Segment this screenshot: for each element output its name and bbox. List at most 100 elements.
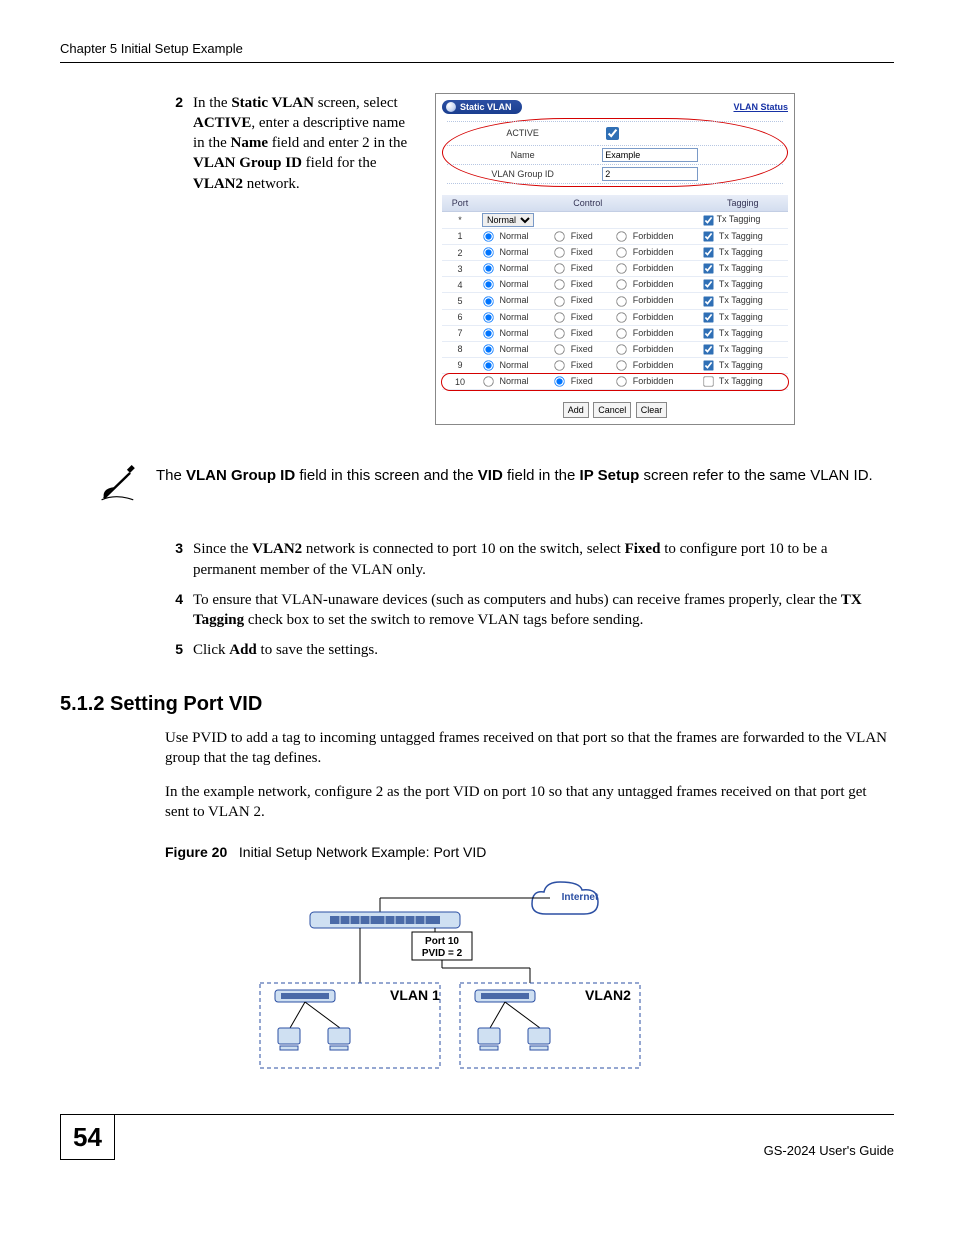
radio-fixed[interactable]: Fixed xyxy=(553,263,593,273)
page-footer: 54 GS-2024 User's Guide xyxy=(60,1114,894,1160)
tx-tagging-checkbox[interactable] xyxy=(703,377,713,387)
tx-tagging-label[interactable]: Tx Tagging xyxy=(702,312,763,322)
radio-normal[interactable]: Normal xyxy=(482,376,529,386)
port-number: 1 xyxy=(442,228,478,244)
tx-tagging-label[interactable]: Tx Tagging xyxy=(702,231,763,241)
star-tx-label[interactable]: Tx Tagging xyxy=(702,214,761,224)
tx-tagging-checkbox[interactable] xyxy=(703,296,713,306)
radio-forbidden[interactable]: Forbidden xyxy=(615,312,673,322)
name-input[interactable] xyxy=(602,148,698,162)
radio-forbidden[interactable]: Forbidden xyxy=(615,263,673,273)
port-table: Port Control Tagging * Normal Tx Tagging… xyxy=(442,195,788,390)
page-number: 54 xyxy=(60,1114,115,1160)
clear-button[interactable]: Clear xyxy=(636,402,668,418)
table-row: 5 Normal Fixed Forbidden Tx Tagging xyxy=(442,293,788,309)
label-group-id: VLAN Group ID xyxy=(447,164,598,183)
tx-tagging-checkbox[interactable] xyxy=(703,231,713,241)
vlan-status-link[interactable]: VLAN Status xyxy=(733,101,788,113)
radio-forbidden[interactable]: Forbidden xyxy=(615,295,673,305)
screenshot-title-tab: Static VLAN xyxy=(442,100,522,114)
label-vlan1: VLAN 1 xyxy=(390,987,440,1003)
radio-fixed[interactable]: Fixed xyxy=(553,279,593,289)
page-header: Chapter 5 Initial Setup Example xyxy=(60,40,894,63)
star-tx-checkbox[interactable] xyxy=(703,215,713,225)
para-1: Use PVID to add a tag to incoming untagg… xyxy=(165,728,894,769)
tx-tagging-label[interactable]: Tx Tagging xyxy=(702,279,763,289)
table-row: 4 Normal Fixed Forbidden Tx Tagging xyxy=(442,277,788,293)
radio-fixed[interactable]: Fixed xyxy=(553,360,593,370)
port-number: 8 xyxy=(442,341,478,357)
tx-tagging-checkbox[interactable] xyxy=(703,264,713,274)
radio-forbidden[interactable]: Forbidden xyxy=(615,360,673,370)
radio-fixed[interactable]: Fixed xyxy=(553,312,593,322)
radio-fixed[interactable]: Fixed xyxy=(553,247,593,257)
radio-forbidden[interactable]: Forbidden xyxy=(615,231,673,241)
group-id-input[interactable] xyxy=(602,167,698,181)
step-5-text: Click Add to save the settings. xyxy=(193,640,894,660)
radio-normal[interactable]: Normal xyxy=(482,312,529,322)
radio-forbidden[interactable]: Forbidden xyxy=(615,247,673,257)
radio-fixed[interactable]: Fixed xyxy=(553,231,593,241)
radio-forbidden[interactable]: Forbidden xyxy=(615,328,673,338)
tx-tagging-checkbox[interactable] xyxy=(703,248,713,258)
table-row: 6 Normal Fixed Forbidden Tx Tagging xyxy=(442,309,788,325)
radio-fixed[interactable]: Fixed xyxy=(553,376,593,386)
screenshot-title: Static VLAN xyxy=(460,101,512,113)
figure-caption: Figure 20 Initial Setup Network Example:… xyxy=(165,843,894,862)
tx-tagging-label[interactable]: Tx Tagging xyxy=(702,247,763,257)
radio-normal[interactable]: Normal xyxy=(482,360,529,370)
port-number: 3 xyxy=(442,261,478,277)
table-row: 7 Normal Fixed Forbidden Tx Tagging xyxy=(442,325,788,341)
active-checkbox[interactable] xyxy=(606,127,619,140)
port-star: * xyxy=(442,211,478,228)
tx-tagging-label[interactable]: Tx Tagging xyxy=(702,295,763,305)
tx-tagging-label[interactable]: Tx Tagging xyxy=(702,328,763,338)
table-row: 1 Normal Fixed Forbidden Tx Tagging xyxy=(442,228,788,244)
label-active: ACTIVE xyxy=(447,121,598,145)
label-pvid: PVID = 2 xyxy=(422,948,463,959)
col-tagging: Tagging xyxy=(698,195,788,212)
radio-normal[interactable]: Normal xyxy=(482,328,529,338)
tx-tagging-checkbox[interactable] xyxy=(703,328,713,338)
tx-tagging-label[interactable]: Tx Tagging xyxy=(702,344,763,354)
tx-tagging-label[interactable]: Tx Tagging xyxy=(702,376,763,386)
radio-normal[interactable]: Normal xyxy=(482,263,529,273)
col-control: Control xyxy=(478,195,698,212)
tx-tagging-checkbox[interactable] xyxy=(703,360,713,370)
chapter-title: Chapter 5 Initial Setup Example xyxy=(60,41,243,56)
port-number: 6 xyxy=(442,309,478,325)
table-row: 8 Normal Fixed Forbidden Tx Tagging xyxy=(442,341,788,357)
radio-normal[interactable]: Normal xyxy=(482,247,529,257)
radio-normal[interactable]: Normal xyxy=(482,279,529,289)
tx-tagging-checkbox[interactable] xyxy=(703,312,713,322)
dot-icon xyxy=(446,102,456,112)
port-number: 4 xyxy=(442,277,478,293)
radio-normal[interactable]: Normal xyxy=(482,344,529,354)
radio-fixed[interactable]: Fixed xyxy=(553,295,593,305)
note-icon xyxy=(100,465,138,509)
radio-fixed[interactable]: Fixed xyxy=(553,328,593,338)
tx-tagging-checkbox[interactable] xyxy=(703,344,713,354)
radio-normal[interactable]: Normal xyxy=(482,231,529,241)
step-number-2: 2 xyxy=(165,93,183,194)
table-row: 3 Normal Fixed Forbidden Tx Tagging xyxy=(442,261,788,277)
port-number: 7 xyxy=(442,325,478,341)
radio-forbidden[interactable]: Forbidden xyxy=(615,376,673,386)
cancel-button[interactable]: Cancel xyxy=(593,402,631,418)
radio-normal[interactable]: Normal xyxy=(482,295,529,305)
step-4-text: To ensure that VLAN-unaware devices (suc… xyxy=(193,590,894,631)
radio-fixed[interactable]: Fixed xyxy=(553,344,593,354)
radio-forbidden[interactable]: Forbidden xyxy=(615,344,673,354)
tx-tagging-label[interactable]: Tx Tagging xyxy=(702,360,763,370)
step-number-3: 3 xyxy=(165,539,183,580)
add-button[interactable]: Add xyxy=(563,402,589,418)
step-4: 4 To ensure that VLAN-unaware devices (s… xyxy=(165,590,894,631)
radio-forbidden[interactable]: Forbidden xyxy=(615,279,673,289)
tx-tagging-checkbox[interactable] xyxy=(703,280,713,290)
tx-tagging-label[interactable]: Tx Tagging xyxy=(702,263,763,273)
step-5: 5 Click Add to save the settings. xyxy=(165,640,894,660)
section-heading: 5.1.2 Setting Port VID xyxy=(60,691,894,718)
static-vlan-screenshot: Static VLAN VLAN Status ACTIVE Name VLAN… xyxy=(435,93,795,426)
guide-name: GS-2024 User's Guide xyxy=(764,1142,894,1160)
star-control-select[interactable]: Normal xyxy=(482,213,534,227)
